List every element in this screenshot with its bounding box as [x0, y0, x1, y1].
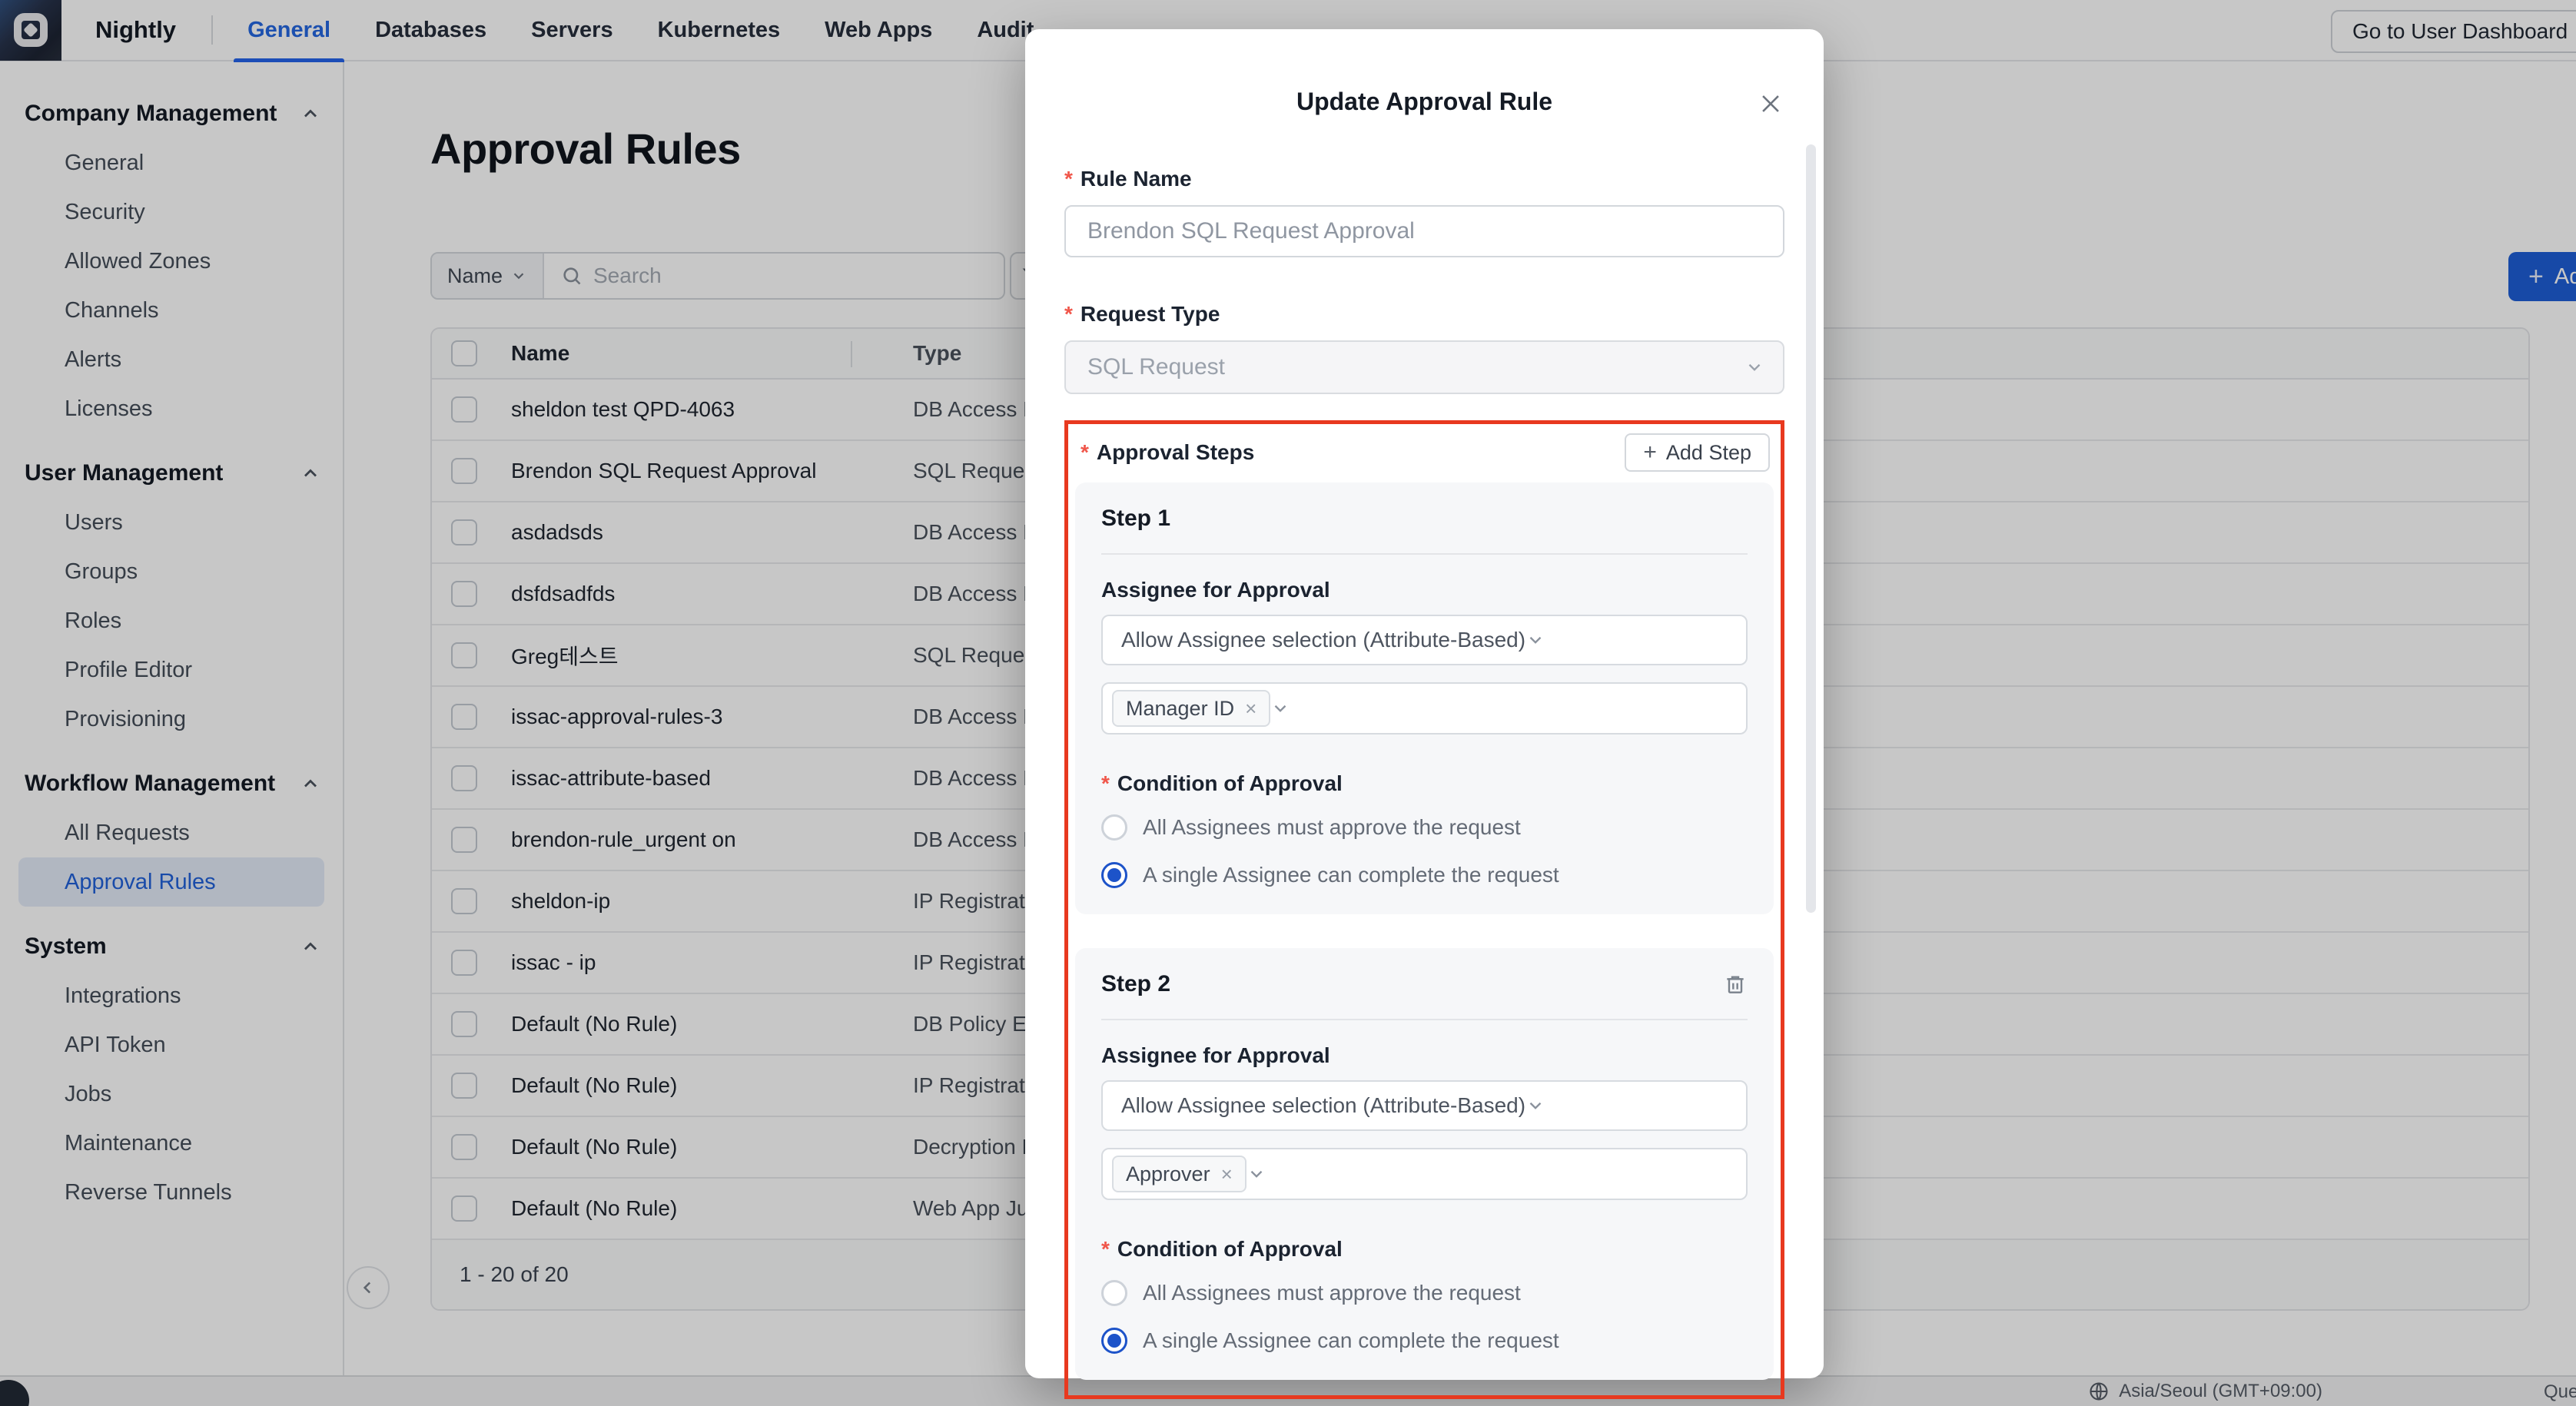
assignee-attribute-select[interactable]: Manager ID ×: [1101, 682, 1748, 735]
radio-selected-icon[interactable]: [1101, 862, 1127, 888]
rule-name-value: Brendon SQL Request Approval: [1087, 218, 1415, 244]
rule-name-input[interactable]: Brendon SQL Request Approval: [1064, 205, 1784, 257]
radio-label: All Assignees must approve the request: [1143, 1281, 1521, 1305]
approval-steps-header: Approval Steps + Add Step: [1075, 433, 1774, 472]
step-title: Step 2: [1101, 971, 1170, 997]
chevron-down-icon: [1525, 1096, 1545, 1116]
radio-option-all[interactable]: All Assignees must approve the request: [1101, 1280, 1748, 1306]
rule-name-label: Rule Name: [1064, 165, 1784, 193]
divider: [1101, 553, 1748, 555]
radio-label: A single Assignee can complete the reque…: [1143, 1328, 1559, 1353]
radio-unselected-icon[interactable]: [1101, 1280, 1127, 1306]
update-approval-rule-modal: Update Approval Rule Rule Name Brendon S…: [1025, 29, 1824, 1378]
condition-label: Condition of Approval: [1101, 1235, 1748, 1263]
plus-icon: +: [1643, 439, 1657, 466]
radio-option-single[interactable]: A single Assignee can complete the reque…: [1101, 862, 1748, 888]
radio-selected-icon[interactable]: [1101, 1328, 1127, 1354]
divider: [1101, 1019, 1748, 1020]
add-step-button[interactable]: + Add Step: [1625, 433, 1770, 472]
radio-option-single[interactable]: A single Assignee can complete the reque…: [1101, 1328, 1748, 1354]
remove-tag-icon[interactable]: ×: [1221, 1162, 1233, 1186]
assignee-label: Assignee for Approval: [1101, 576, 1748, 604]
remove-tag-icon[interactable]: ×: [1245, 697, 1256, 721]
tag-label: Manager ID: [1126, 697, 1234, 721]
condition-label: Condition of Approval: [1101, 770, 1748, 798]
assignee-mode-value: Allow Assignee selection (Attribute-Base…: [1121, 628, 1525, 652]
assignee-mode-select[interactable]: Allow Assignee selection (Attribute-Base…: [1101, 615, 1748, 665]
close-button[interactable]: [1756, 89, 1785, 118]
delete-step-icon[interactable]: [1723, 972, 1748, 996]
chevron-down-icon: [1744, 357, 1764, 377]
assignee-label: Assignee for Approval: [1101, 1042, 1748, 1069]
step-title: Step 1: [1101, 506, 1170, 532]
radio-label: A single Assignee can complete the reque…: [1143, 863, 1559, 887]
assignee-mode-select[interactable]: Allow Assignee selection (Attribute-Base…: [1101, 1080, 1748, 1131]
radio-option-all[interactable]: All Assignees must approve the request: [1101, 814, 1748, 841]
radio-label: All Assignees must approve the request: [1143, 815, 1521, 840]
request-type-value: SQL Request: [1087, 354, 1225, 380]
request-type-select[interactable]: SQL Request: [1064, 340, 1784, 394]
step-1-card: Step 1 Assignee for Approval Allow Assig…: [1075, 482, 1774, 914]
assignee-attribute-select[interactable]: Approver ×: [1101, 1148, 1748, 1200]
tag-label: Approver: [1126, 1162, 1210, 1186]
radio-unselected-icon[interactable]: [1101, 814, 1127, 841]
add-step-label: Add Step: [1666, 441, 1751, 465]
chevron-down-icon: [1525, 630, 1545, 650]
approval-steps-highlight: Approval Steps + Add Step Step 1 Assigne…: [1064, 420, 1784, 1399]
approval-steps-label: Approval Steps: [1081, 439, 1254, 466]
request-type-label: Request Type: [1064, 300, 1784, 328]
attribute-tag: Manager ID ×: [1112, 690, 1270, 727]
modal-scrollbar[interactable]: [1806, 144, 1816, 913]
assignee-mode-value: Allow Assignee selection (Attribute-Base…: [1121, 1093, 1525, 1118]
modal-title: Update Approval Rule: [1064, 88, 1784, 116]
attribute-tag: Approver ×: [1112, 1156, 1247, 1192]
close-icon: [1758, 91, 1784, 117]
chevron-down-icon: [1247, 1164, 1266, 1184]
step-2-card: Step 2 Assignee for Approval Allow Assig…: [1075, 948, 1774, 1380]
chevron-down-icon: [1270, 698, 1290, 718]
